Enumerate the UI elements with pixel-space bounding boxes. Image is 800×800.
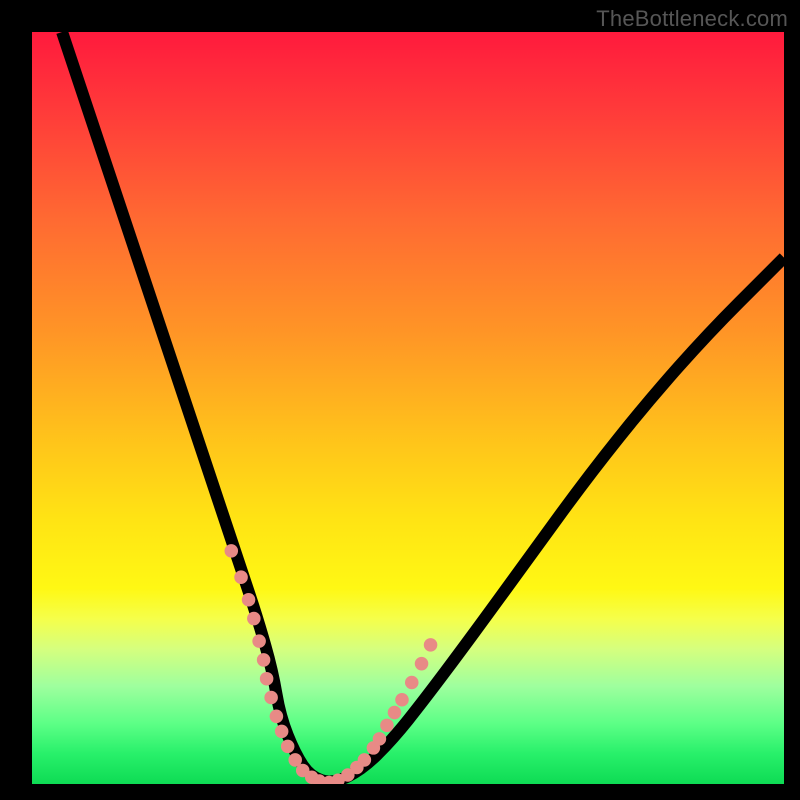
- highlight-dot: [225, 544, 239, 558]
- highlight-dot: [252, 634, 266, 648]
- highlight-dot: [247, 612, 261, 626]
- highlight-dot: [424, 638, 438, 652]
- highlight-dot: [380, 719, 394, 733]
- highlight-dot: [388, 706, 402, 720]
- highlight-dot: [260, 672, 274, 686]
- highlight-dot: [415, 657, 429, 671]
- highlight-dot: [257, 653, 271, 667]
- highlight-dot: [242, 593, 256, 607]
- highlight-dot: [358, 753, 372, 767]
- highlight-dot: [234, 570, 248, 584]
- highlight-dot: [373, 732, 387, 746]
- highlight-dot: [405, 676, 419, 690]
- highlight-dot: [270, 710, 284, 724]
- highlight-dot: [275, 725, 289, 739]
- highlight-dot: [264, 691, 278, 705]
- plot-area: [32, 32, 784, 784]
- watermark-text: TheBottleneck.com: [596, 6, 788, 32]
- highlight-dot: [281, 740, 295, 754]
- chart-svg: [32, 32, 784, 784]
- highlight-dot: [395, 693, 409, 707]
- highlight-dots: [225, 544, 438, 784]
